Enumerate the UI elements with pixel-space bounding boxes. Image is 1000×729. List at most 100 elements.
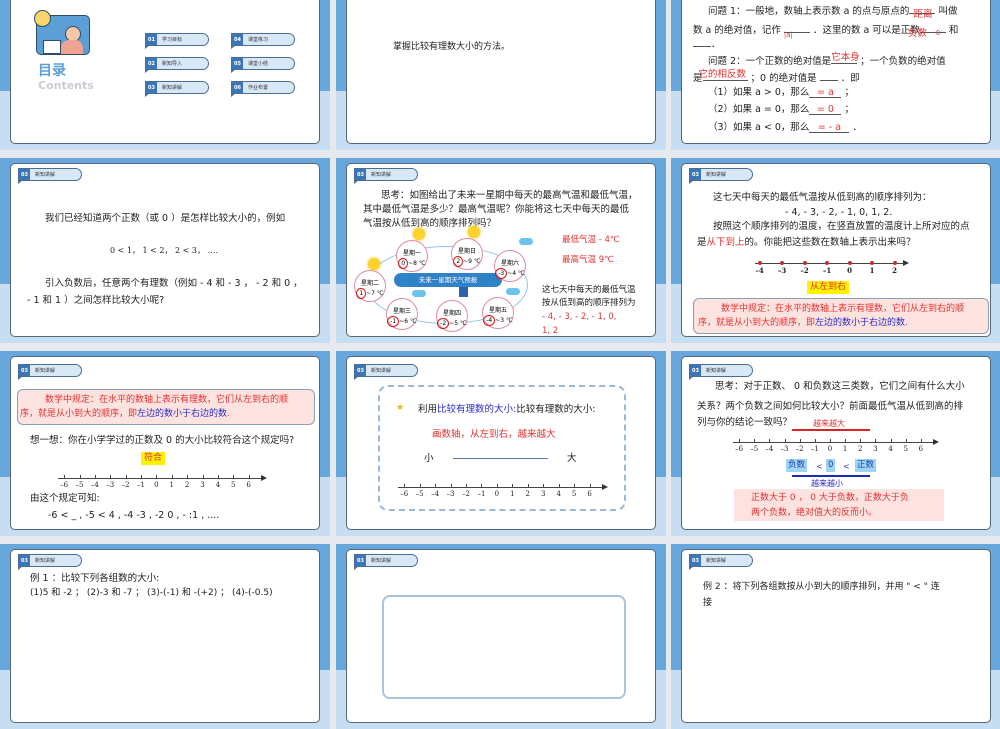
axis-tick [754, 439, 756, 443]
toc-label: 新知讲解 [162, 85, 183, 91]
sun-icon [468, 226, 480, 238]
thermometer-line-1: 按照这个顺序排列的温度，在竖直放置的温度计上所对应的点 [713, 221, 970, 232]
negative-box: 负数 [786, 459, 808, 472]
day-monday: 星期一 0 ~8 ℃ [396, 240, 428, 272]
toc-item-5[interactable]: 05 课堂小结 [231, 57, 295, 73]
star-icon: ★ [396, 403, 405, 413]
slide-thumbnail-10[interactable]: 03 新知讲解 例 1 ：比较下列各组数的大小: (1)5 和 -2 ； (2)-… [0, 544, 330, 729]
axis-tick-label: 0 [154, 481, 159, 489]
axis-tick [527, 484, 529, 488]
question-1-line-3: ． [693, 36, 721, 50]
axis-tick-label: 1 [510, 490, 515, 498]
axis-tick [496, 484, 498, 488]
axis-tick [589, 484, 591, 488]
axis-tick [110, 475, 112, 479]
toc-num: 05 [232, 58, 243, 69]
axis-tick-label: –3 [777, 266, 787, 275]
slide-thumbnail-12[interactable]: 03 新知讲解 例 2 ：将下列各组数按从小到大的顺序排列，并用 " < " 连 … [671, 544, 1000, 729]
axis-tick-label: –3 [780, 445, 789, 453]
axis-tick-label: –2 [800, 266, 809, 275]
section-tag: 03 新知讲解 [354, 364, 418, 380]
slide-thumbnail-6[interactable]: 03 新知讲解 这七天中每天的最低气温按从低到高的顺序排列为： - 4, - 3,… [671, 158, 1000, 343]
toc-item-2[interactable]: 02 新知导入 [145, 57, 209, 73]
axis-tick-label: –1 [477, 490, 486, 498]
axis-tick [450, 484, 452, 488]
axis-arrow-icon [933, 439, 939, 445]
toc-item-1[interactable]: 01 学习目标 [145, 33, 209, 49]
axis-arrow-icon [261, 475, 267, 481]
axis-arrow-icon [602, 484, 608, 490]
example-2-title: 例 2 ：将下列各组数按从小到大的顺序排列，并用 " < " 连 [703, 582, 940, 592]
axis-tick-label: –4 [755, 266, 764, 275]
toc-item-3[interactable]: 03 新知讲解 [145, 81, 209, 97]
axis-tick-label: 6 [587, 490, 592, 498]
toc-num: 02 [146, 58, 157, 69]
axis-tick-label: –4 [90, 481, 99, 489]
decreasing-label: 越来越小 [811, 479, 843, 488]
toc-item-6[interactable]: 06 作业布置 [231, 81, 295, 97]
min-temp-answer: 最低气温 - 4℃ [562, 235, 620, 245]
axis-tick [171, 475, 173, 479]
axis-tick-label: 3 [200, 481, 205, 489]
section-tag: 03 新知讲解 [354, 168, 418, 184]
case-3: （3）如果 a < 0，那么 = - a ． [708, 122, 862, 133]
slide-thumbnail-11[interactable]: 03 新知讲解 [336, 544, 666, 729]
slide-thumbnail-2[interactable]: 掌握比较有理数大小的方法。 [336, 0, 666, 150]
axis-tick [404, 484, 406, 488]
axis-line [755, 263, 905, 264]
number-line: –4 –3 –2 –1 0 1 2 [755, 260, 909, 276]
content-box [382, 595, 626, 699]
axis-tick-label: –2 [795, 445, 804, 453]
slide-thumbnail-5[interactable]: 03 新知讲解 思考：如图给出了未来一星期中每天的最高气温和最低气温， 其中最低气… [336, 158, 666, 343]
axis-tick-label: 6 [918, 445, 924, 453]
axis-tick [187, 475, 189, 479]
slide-thumbnail-3[interactable]: 问题 1：一般地，数轴上表示数 a 的点与原点的 距离 叫做 数 a 的绝对值，记… [671, 0, 1000, 150]
example-1-items: (1)5 和 -2 ； (2)-3 和 -7 ； (3)-(-1) 和 -(+2… [30, 588, 273, 598]
intro-line-3: 引入负数后，任意两个有理数（例如 - 4 和 - 3 ， - 2 和 0 ， [45, 278, 303, 289]
axis-point [825, 261, 829, 265]
order-line-3: - 4, - 3, - 2, - 1, 0, [542, 312, 617, 322]
axis-tick [202, 475, 204, 479]
axis-tick [875, 439, 877, 443]
section-tag: 03 新知讲解 [689, 364, 753, 380]
axis-tick-label: –6 [735, 445, 744, 453]
section-tag: 03 新知讲解 [689, 554, 753, 570]
axis-tick [574, 484, 576, 488]
thermometer-line-2: 是从下到上的。你能把这些数在数轴上表示出来吗？ [697, 237, 916, 248]
slide-thumbnail-9[interactable]: 03 新知讲解 思考：对于正数、 0 和负数这三类数，它们之间有什么大小 关系？两… [671, 351, 1000, 536]
order-values: - 4, - 3, - 2, - 1, 0, 1, 2. [785, 207, 893, 218]
axis-tick [512, 484, 514, 488]
axis-tick [829, 439, 831, 443]
axis-tick-label: 1 [842, 445, 848, 453]
section-tag: 03 新知讲解 [689, 168, 753, 184]
axis-tick-label: 1 [169, 481, 174, 489]
axis-tick [419, 484, 421, 488]
rain-icon [459, 287, 468, 297]
axis-tick-label: 4 [215, 481, 221, 489]
intro-line-4: - 1 和 1 ）之间怎样比较大小呢? [27, 295, 165, 306]
case-1: （1）如果 a > 0，那么 = a ； [708, 87, 854, 98]
question-2-line-2: 是它的相反数 ；0 的绝对值是 ．即 [693, 69, 860, 84]
slide-thumbnail-1[interactable]: 目录 Contents 01 学习目标 02 新知导入 03 新知讲解 04 课堂练习 … [0, 0, 330, 150]
slide-thumbnail-4[interactable]: 03 新知讲解 我们已经知道两个正数（或 0 ）是怎样比较大小的，例如 0 < 1… [0, 158, 330, 343]
axis-tick-label: 3 [873, 445, 878, 453]
slide-thumbnail-8[interactable]: 03 新知讲解 ★ 利用比较有理数的大小:比较有理数的大小: 画数轴，从左到右，越… [336, 351, 666, 536]
intro-example: 0 < 1， 1 < 2， 2 < 3， …. [110, 246, 219, 255]
toc-label: 课堂小结 [248, 61, 269, 67]
example-1-title: 例 1 ：比较下列各组数的大小: [30, 573, 160, 584]
toc-subtitle: Contents [38, 79, 94, 92]
toc-num: 01 [146, 34, 157, 45]
axis-tick [141, 475, 143, 479]
slide-thumbnail-7[interactable]: 03 新知讲解 数学中规定：在水平的数轴上表示有理数，它们从左到右的顺 序，就是从… [0, 351, 330, 536]
axis-tick [905, 439, 907, 443]
small-label: 小 [424, 453, 434, 464]
axis-tick [233, 475, 235, 479]
toc-item-4[interactable]: 04 课堂练习 [231, 33, 295, 49]
think-line-2: 关系？两个负数之间如何比较大小？前面最低气温从低到高的排 [697, 401, 964, 412]
axis-line [733, 442, 935, 443]
cloud-icon [412, 290, 426, 297]
day-saturday: 星期六 -3 ~4 ℃ [494, 250, 526, 282]
axis-tick-label: –1 [137, 481, 145, 489]
axis-tick-label: 2 [858, 445, 863, 453]
axis-tick [890, 439, 892, 443]
